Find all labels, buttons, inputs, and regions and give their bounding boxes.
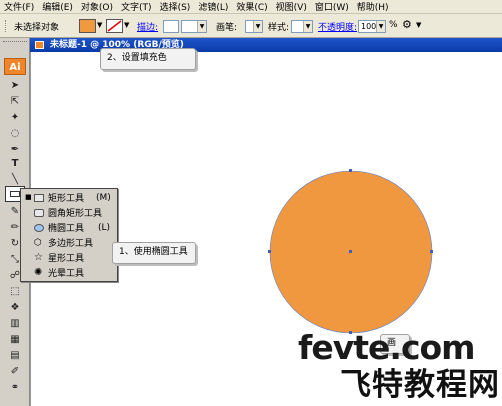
active-tool-marker-icon: ■ (25, 193, 32, 201)
direct-selection-tool-icon[interactable]: ⇱ (6, 94, 24, 110)
ellipse-icon (34, 223, 44, 232)
rounded-rectangle-icon (34, 208, 44, 217)
flyout-item-flare[interactable]: ✺ 光晕工具 (22, 265, 116, 280)
flyout-item-star[interactable]: ☆ 星形工具 (22, 250, 116, 265)
flyout-item-label: 矩形工具 (48, 194, 85, 204)
callout-use-ellipse: 1、使用椭圆工具 (112, 242, 196, 264)
flyout-item-label: 圆角矩形工具 (48, 209, 103, 219)
lasso-icon[interactable]: ◌ (6, 126, 24, 142)
flyout-item-polygon[interactable]: ⬡ 多边形工具 (22, 235, 116, 250)
stroke-label-link[interactable]: 描边: (137, 20, 158, 33)
opacity-label-link[interactable]: 不透明度: (318, 20, 357, 33)
polygon-icon: ⬡ (34, 237, 42, 248)
brush-dropdown[interactable]: ▼ (245, 20, 263, 33)
fill-dropdown-icon[interactable]: ▼ (97, 21, 102, 29)
control-bar: 未选择对象 ▼ ▼ 描边: ▼ 画笔: ▼ 样式: ▼ 不透明度: 100 ▼ %… (0, 14, 502, 38)
style-dropdown[interactable]: ▼ (291, 20, 313, 33)
document-icon (35, 41, 44, 49)
menu-type[interactable]: 文字(T) (117, 0, 156, 13)
opacity-unit: % (389, 20, 398, 30)
stroke-dropdown-icon[interactable]: ▼ (124, 21, 129, 29)
flyout-item-shortcut: (L) (98, 222, 111, 233)
type-tool-icon[interactable]: T (6, 156, 24, 172)
watermark-domain: fevte.com (298, 328, 476, 367)
selection-status: 未选择对象 (14, 23, 60, 33)
flyout-item-label: 光晕工具 (48, 269, 85, 279)
mesh-tool-icon[interactable]: ▦ (6, 332, 24, 348)
flare-icon: ✺ (34, 266, 43, 278)
stroke-weight-spinner[interactable] (163, 20, 179, 33)
menu-file[interactable]: 文件(F) (0, 0, 38, 13)
app-logo: Ai (4, 58, 26, 75)
anchor-point[interactable] (430, 250, 433, 253)
opacity-input[interactable]: 100 ▼ (358, 20, 386, 33)
menu-help[interactable]: 帮助(H) (353, 0, 393, 13)
chevron-down-icon: ▼ (303, 21, 312, 32)
magic-wand-icon[interactable]: ✦ (6, 110, 24, 126)
flyout-item-shortcut: (M) (96, 192, 111, 203)
eyedropper-icon[interactable]: ✐ (6, 364, 24, 380)
flyout-item-label: 椭圆工具 (48, 224, 85, 234)
shape-tools-flyout: ■ 矩形工具 (M) 圆角矩形工具 椭圆工具 (L) ⬡ 多边形工具 ☆ 星形工… (20, 188, 118, 282)
anchor-point[interactable] (268, 250, 271, 253)
rectangle-icon (10, 191, 20, 197)
column-graph-icon[interactable]: ▥ (6, 316, 24, 332)
menu-effect[interactable]: 效果(C) (232, 0, 271, 13)
menu-bar: 文件(F) 编辑(E) 对象(O) 文字(T) 选择(S) 滤镜(L) 效果(C… (0, 0, 502, 14)
anchor-point[interactable] (349, 169, 352, 172)
star-icon: ☆ (34, 251, 43, 263)
flyout-item-ellipse[interactable]: 椭圆工具 (L) (22, 220, 116, 235)
flyout-item-rounded-rectangle[interactable]: 圆角矩形工具 (22, 205, 116, 220)
chevron-down-icon: ▼ (253, 21, 262, 32)
menu-object[interactable]: 对象(O) (77, 0, 117, 13)
menu-view[interactable]: 视图(V) (272, 0, 311, 13)
menu-window[interactable]: 窗口(W) (311, 0, 353, 13)
flyout-item-label: 星形工具 (48, 254, 85, 264)
center-point[interactable] (349, 250, 352, 253)
style-label: 样式: (268, 23, 290, 33)
menu-edit[interactable]: 编辑(E) (38, 0, 77, 13)
flyout-item-rectangle[interactable]: ■ 矩形工具 (M) (22, 190, 116, 205)
blend-tool-icon[interactable]: ⚭ (6, 380, 24, 396)
brush-label: 画笔: (216, 23, 238, 33)
flyout-item-label: 多边形工具 (48, 239, 94, 249)
grip-handle[interactable] (5, 20, 9, 32)
gradient-tool-icon[interactable]: ▤ (6, 348, 24, 364)
menu-filter[interactable]: 滤镜(L) (194, 0, 232, 13)
selection-tool-icon[interactable]: ➤ (6, 78, 24, 94)
chevron-down-icon: ▼ (197, 21, 206, 32)
callout-set-fill-text: 2、设置填充色 (107, 53, 167, 63)
stroke-weight-dropdown[interactable]: ▼ (181, 20, 207, 33)
rectangle-icon (34, 193, 44, 202)
menu-select[interactable]: 选择(S) (156, 0, 195, 13)
recolor-dropdown-icon[interactable]: ▼ (416, 21, 421, 29)
free-transform-icon[interactable]: ⬚ (6, 284, 24, 300)
stroke-color-swatch[interactable] (106, 19, 123, 33)
fill-color-swatch[interactable] (79, 19, 96, 33)
callout-use-ellipse-text: 1、使用椭圆工具 (119, 247, 188, 257)
recolor-icon[interactable]: ⚙ (402, 18, 412, 31)
symbol-sprayer-icon[interactable]: ❖ (6, 300, 24, 316)
watermark-site-name: 飞特教程网 (340, 367, 500, 403)
no-stroke-icon (107, 20, 122, 32)
toolbox-grip[interactable] (3, 41, 27, 49)
callout-set-fill: 2、设置填充色 (100, 48, 196, 70)
chevron-down-icon: ▼ (376, 21, 385, 32)
opacity-value: 100 (361, 22, 377, 31)
